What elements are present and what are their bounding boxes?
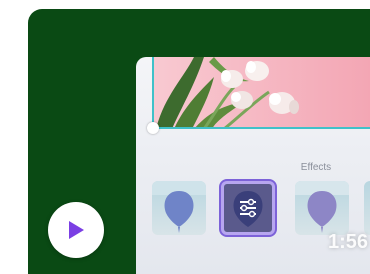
effect-thumb-2[interactable] xyxy=(221,181,275,235)
effects-label: Effects xyxy=(300,162,332,173)
sliders-icon xyxy=(233,191,263,227)
resize-handle[interactable] xyxy=(147,122,159,134)
effect-thumb-3[interactable] xyxy=(295,181,349,235)
photo-layer[interactable] xyxy=(152,57,370,129)
play-button[interactable] xyxy=(48,202,104,258)
balloon-icon xyxy=(295,181,349,233)
effect-thumb-4[interactable] xyxy=(364,181,370,235)
balloon-icon xyxy=(364,181,370,235)
video-timestamp: 1:56 xyxy=(328,231,369,253)
play-icon xyxy=(69,221,84,239)
effect-thumb-1[interactable] xyxy=(152,181,206,235)
tulip-image xyxy=(154,57,370,127)
balloon-icon xyxy=(152,181,206,233)
